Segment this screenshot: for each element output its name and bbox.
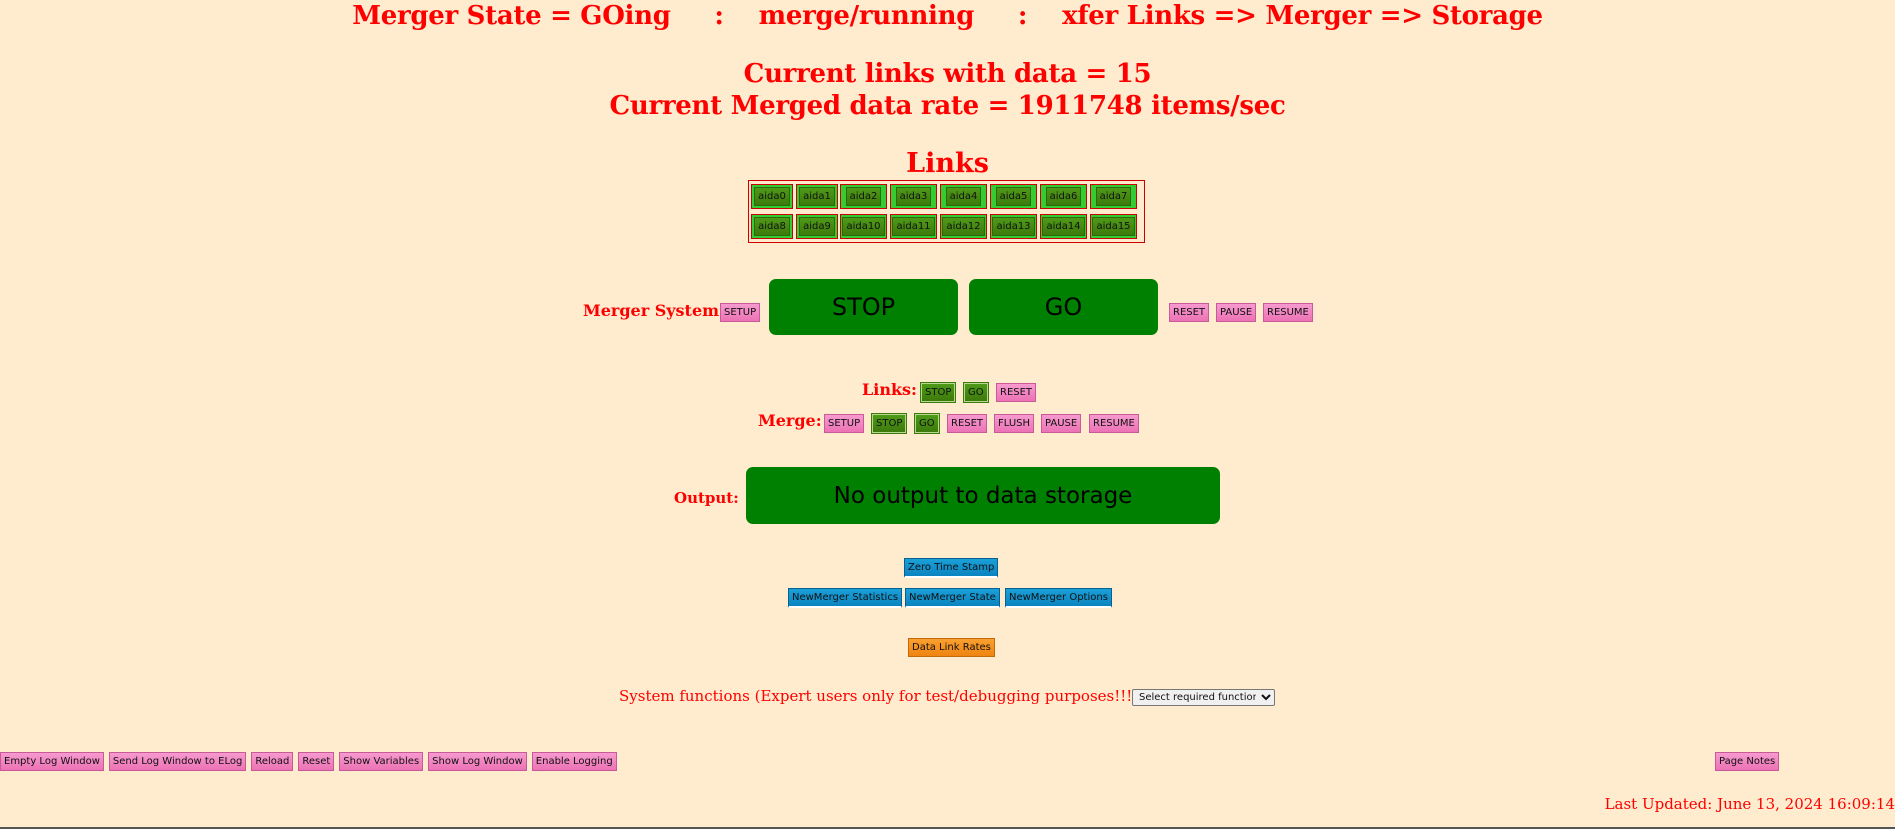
merger-system-pause-button[interactable]: PAUSE bbox=[1216, 303, 1257, 322]
link-button-aida14[interactable]: aida14 bbox=[1042, 217, 1085, 236]
merger-system-resume-button[interactable]: RESUME bbox=[1263, 303, 1313, 322]
link-cell-aida9: aida9 bbox=[796, 214, 838, 239]
link-cell-aida13: aida13 bbox=[990, 214, 1037, 239]
output-label: Output: bbox=[674, 489, 739, 507]
links-heading: Links bbox=[906, 148, 989, 179]
merged-data-rate: Current Merged data rate = 1911748 items… bbox=[609, 91, 1286, 121]
merge-resume-button[interactable]: RESUME bbox=[1089, 414, 1139, 433]
link-cell-aida10: aida10 bbox=[840, 214, 887, 239]
merger-system-reset-button[interactable]: RESET bbox=[1169, 303, 1210, 322]
link-cell-aida8: aida8 bbox=[751, 214, 793, 239]
link-button-aida9[interactable]: aida9 bbox=[799, 217, 835, 236]
link-button-aida6[interactable]: aida6 bbox=[1045, 187, 1082, 206]
footer-button-reset[interactable]: Reset bbox=[298, 752, 335, 771]
footer-button-empty-log-window[interactable]: Empty Log Window bbox=[0, 752, 104, 771]
stats-block: Current links with data = 15 Current Mer… bbox=[0, 58, 1895, 122]
link-cell-aida14: aida14 bbox=[1040, 214, 1087, 239]
footer-button-send-log-window-to-elog[interactable]: Send Log Window to ELog bbox=[108, 752, 247, 771]
links-grid: aida0 aida1 aida2 aida3 aida4 aida5 aida6 aida7… bbox=[748, 180, 1145, 243]
merger-state-title: Merger State = GOing : merge/running : x… bbox=[352, 1, 1543, 31]
merger-system-setup-button[interactable]: SETUP bbox=[720, 303, 761, 322]
page-notes-button[interactable]: Page Notes bbox=[1715, 752, 1780, 771]
link-button-aida4[interactable]: aida4 bbox=[945, 187, 982, 206]
merge-flush-button[interactable]: FLUSH bbox=[994, 414, 1035, 433]
links-with-data: Current links with data = 15 bbox=[743, 59, 1152, 89]
merge-controls-label: Merge: bbox=[758, 411, 822, 430]
links-go-button[interactable]: GO bbox=[963, 382, 989, 403]
merge-stop-button[interactable]: STOP bbox=[870, 413, 908, 434]
link-button-aida7[interactable]: aida7 bbox=[1095, 187, 1132, 206]
link-button-aida10[interactable]: aida10 bbox=[842, 217, 885, 236]
merger-system-label: Merger System: bbox=[583, 301, 725, 320]
link-cell-aida12: aida12 bbox=[940, 214, 987, 239]
merge-reset-button[interactable]: RESET bbox=[947, 414, 988, 433]
links-stop-button[interactable]: STOP bbox=[919, 382, 957, 403]
link-button-aida8[interactable]: aida8 bbox=[754, 217, 790, 236]
newmerger-state-button[interactable]: NewMerger State bbox=[905, 588, 1000, 608]
link-cell-aida15: aida15 bbox=[1090, 214, 1137, 239]
last-updated: Last Updated: June 13, 2024 16:09:14 bbox=[1604, 795, 1895, 813]
link-cell-aida11: aida11 bbox=[890, 214, 937, 239]
merge-pause-button[interactable]: PAUSE bbox=[1041, 414, 1082, 433]
link-cell-aida4: aida4 bbox=[940, 184, 987, 209]
link-cell-aida3: aida3 bbox=[890, 184, 937, 209]
link-button-aida0[interactable]: aida0 bbox=[754, 187, 790, 206]
links-controls-label: Links: bbox=[862, 380, 917, 399]
footer-button-show-variables[interactable]: Show Variables bbox=[339, 752, 424, 771]
link-cell-aida5: aida5 bbox=[990, 184, 1037, 209]
link-button-aida5[interactable]: aida5 bbox=[995, 187, 1032, 206]
link-button-aida2[interactable]: aida2 bbox=[845, 187, 882, 206]
link-button-aida1[interactable]: aida1 bbox=[799, 187, 835, 206]
link-button-aida15[interactable]: aida15 bbox=[1092, 217, 1135, 236]
newmerger-statistics-button[interactable]: NewMerger Statistics bbox=[788, 588, 903, 608]
footer-toolbar: Empty Log Window Send Log Window to ELog R… bbox=[0, 752, 617, 771]
link-cell-aida6: aida6 bbox=[1040, 184, 1087, 209]
footer-button-enable-logging[interactable]: Enable Logging bbox=[531, 752, 617, 771]
links-reset-button[interactable]: RESET bbox=[996, 383, 1037, 402]
merge-setup-button[interactable]: SETUP bbox=[824, 414, 865, 433]
system-function-select[interactable]: Select required function bbox=[1132, 689, 1275, 706]
link-button-aida12[interactable]: aida12 bbox=[942, 217, 985, 236]
footer-button-reload[interactable]: Reload bbox=[251, 752, 294, 771]
data-link-rates-button[interactable]: Data Link Rates bbox=[908, 638, 995, 657]
footer-button-show-log-window[interactable]: Show Log Window bbox=[428, 752, 527, 771]
link-button-aida11[interactable]: aida11 bbox=[892, 217, 935, 236]
link-cell-aida7: aida7 bbox=[1090, 184, 1137, 209]
link-button-aida13[interactable]: aida13 bbox=[992, 217, 1035, 236]
merger-system-go-button[interactable]: GO bbox=[969, 279, 1158, 335]
link-button-aida3[interactable]: aida3 bbox=[895, 187, 932, 206]
newmerger-options-button[interactable]: NewMerger Options bbox=[1005, 588, 1112, 608]
zero-time-stamp-button[interactable]: Zero Time Stamp bbox=[904, 558, 999, 578]
link-cell-aida1: aida1 bbox=[796, 184, 838, 209]
output-status-button[interactable]: No output to data storage bbox=[746, 467, 1220, 524]
link-cell-aida0: aida0 bbox=[751, 184, 793, 209]
merge-go-button[interactable]: GO bbox=[914, 413, 940, 434]
link-cell-aida2: aida2 bbox=[840, 184, 887, 209]
system-functions-label: System functions (Expert users only for … bbox=[619, 687, 1139, 705]
merger-system-stop-button[interactable]: STOP bbox=[769, 279, 958, 335]
